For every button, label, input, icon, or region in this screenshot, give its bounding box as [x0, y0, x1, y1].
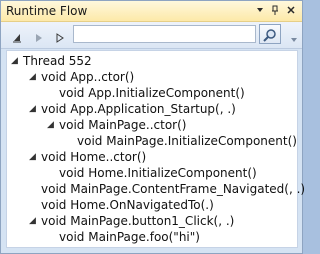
tree-row-label: void MainPage.button1_Click(, .)	[41, 214, 235, 228]
step-next-icon[interactable]	[54, 29, 66, 43]
expand-arrow-icon[interactable]: ◢	[11, 53, 21, 69]
expand-arrow-icon[interactable]: ◢	[29, 213, 39, 229]
tree-row-label: void Home..ctor()	[41, 150, 147, 164]
tree-row-label: void MainPage..ctor()	[59, 118, 187, 132]
tree-row-label: void App.Application_Startup(, .)	[41, 102, 236, 116]
close-icon[interactable]	[285, 4, 297, 16]
expand-arrow-icon[interactable]: ◢	[29, 149, 39, 165]
tree-row-label: void Home.OnNavigatedTo(.)	[41, 198, 214, 212]
tree-row-label: void MainPage.ContentFrame_Navigated(, .…	[41, 182, 306, 196]
window-title: Runtime Flow	[6, 4, 88, 18]
title-bar: Runtime Flow	[1, 1, 302, 22]
tree-row-label: void App.InitializeComponent()	[59, 86, 245, 100]
toolbar	[1, 22, 302, 49]
search-input[interactable]	[73, 25, 256, 43]
tree-row-label: void MainPage.InitializeComponent()	[77, 134, 297, 148]
tree-row-label: void MainPage.foo("hi")	[59, 230, 200, 244]
step-first-icon[interactable]	[11, 29, 23, 43]
tree-row-label: void Home.InitializeComponent()	[59, 166, 257, 180]
runtime-flow-window: Runtime Flow ◢ Thread 552 ◢ void App..ct…	[0, 0, 305, 254]
tree-row-label: void App..ctor()	[41, 70, 135, 84]
search-button[interactable]	[259, 24, 281, 44]
expand-arrow-icon[interactable]: ◢	[29, 69, 39, 85]
step-prev-icon[interactable]	[33, 29, 45, 42]
dropdown-icon[interactable]	[254, 4, 266, 16]
call-tree: ◢ Thread 552 ◢ void App..ctor() void App.Ini…	[6, 50, 305, 248]
tree-row-label: Thread 552	[23, 54, 92, 68]
expand-arrow-icon[interactable]: ◢	[29, 101, 39, 117]
pin-icon[interactable]	[269, 4, 281, 16]
search-icon	[263, 27, 277, 46]
toolbar-overflow-icon[interactable]	[290, 35, 298, 43]
expand-arrow-icon[interactable]: ◢	[47, 117, 57, 133]
